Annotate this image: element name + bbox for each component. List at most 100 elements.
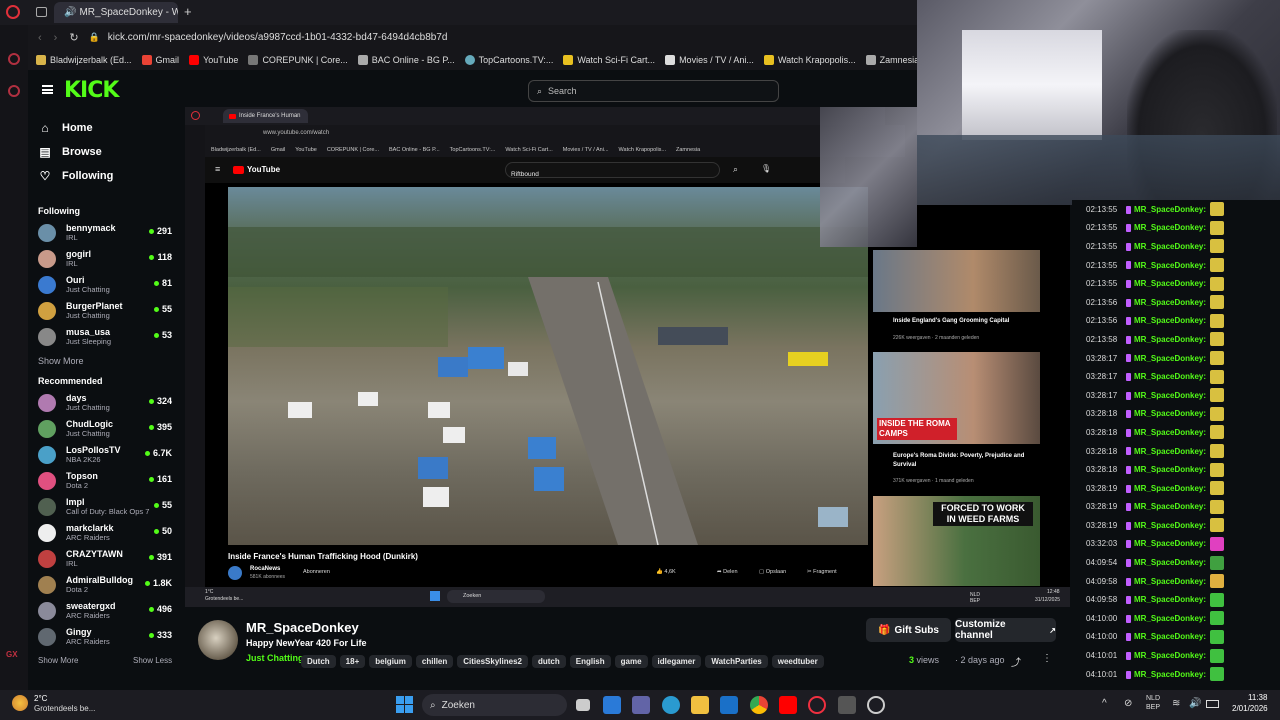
history-icon[interactable] bbox=[8, 85, 20, 97]
tag-pill[interactable]: 18+ bbox=[339, 655, 366, 668]
channel-item[interactable]: Ouri Just Chatting 81 bbox=[28, 272, 180, 298]
task-view-icon[interactable] bbox=[576, 699, 590, 711]
channel-item[interactable]: ChudLogic Just Chatting 395 bbox=[28, 416, 180, 442]
taskbar-search[interactable]: ⌕ Zoeken bbox=[422, 694, 567, 716]
tabs-menu-icon[interactable] bbox=[36, 7, 47, 17]
bookmark[interactable]: Bladwijzerbalk (Ed... bbox=[36, 55, 132, 65]
channel-item[interactable]: gogirl IRL 118 bbox=[28, 246, 180, 272]
chat-username[interactable]: MR_SpaceDonkey: bbox=[1126, 223, 1206, 232]
chat-username[interactable]: MR_SpaceDonkey: bbox=[1126, 372, 1206, 381]
share-icon[interactable]: ⤴ bbox=[1011, 654, 1021, 669]
outlook-icon[interactable] bbox=[720, 696, 738, 714]
channel-item[interactable]: bennymack IRL 291 bbox=[28, 220, 180, 246]
tag-pill[interactable]: chillen bbox=[415, 655, 454, 668]
chat-username[interactable]: MR_SpaceDonkey: bbox=[1126, 354, 1206, 363]
kick-logo[interactable]: KICK bbox=[64, 78, 119, 103]
opera-logo-icon[interactable] bbox=[6, 5, 20, 19]
volume-icon[interactable]: 🔊 bbox=[1189, 698, 1201, 709]
battery-icon[interactable] bbox=[1206, 700, 1219, 708]
chat-username[interactable]: MR_SpaceDonkey: bbox=[1126, 558, 1206, 567]
chat-username[interactable]: MR_SpaceDonkey: bbox=[1126, 465, 1206, 474]
chat-username[interactable]: MR_SpaceDonkey: bbox=[1126, 577, 1206, 586]
tray-chevron-icon[interactable]: ^ bbox=[1102, 698, 1107, 709]
chat-username[interactable]: MR_SpaceDonkey: bbox=[1126, 316, 1206, 325]
channel-item[interactable]: LosPollosTV NBA 2K26 6.7K bbox=[28, 442, 180, 468]
chat-username[interactable]: MR_SpaceDonkey: bbox=[1126, 428, 1206, 437]
file-explorer-icon[interactable] bbox=[691, 696, 709, 714]
settings-gear-icon[interactable] bbox=[867, 696, 885, 714]
channel-item[interactable]: Gingy ARC Raiders 333 bbox=[28, 624, 180, 650]
chat-username[interactable]: MR_SpaceDonkey: bbox=[1126, 242, 1206, 251]
chat-username[interactable]: MR_SpaceDonkey: bbox=[1126, 335, 1206, 344]
tag-pill[interactable]: weedtuber bbox=[771, 655, 824, 668]
edge-icon[interactable] bbox=[662, 696, 680, 714]
tag-pill[interactable]: CitiesSkylines2 bbox=[457, 655, 528, 668]
forward-icon[interactable]: › bbox=[54, 32, 58, 44]
bookmark[interactable]: COREPUNK | Core... bbox=[248, 55, 348, 65]
show-more-recommended[interactable]: Show More bbox=[38, 656, 78, 665]
opera-gx-icon[interactable] bbox=[808, 696, 826, 714]
bookmark[interactable]: Watch Sci-Fi Cart... bbox=[563, 55, 655, 65]
channel-item[interactable]: sweatergxd ARC Raiders 496 bbox=[28, 598, 180, 624]
weather-icon[interactable] bbox=[12, 695, 28, 711]
clock-date[interactable]: 2/01/2026 bbox=[1232, 704, 1268, 713]
chrome-icon[interactable] bbox=[750, 696, 768, 714]
tag-pill[interactable]: English bbox=[569, 655, 611, 668]
channel-item[interactable]: Impl Call of Duty: Black Ops 7 55 bbox=[28, 494, 180, 520]
network-icon[interactable]: ⊘ bbox=[1124, 698, 1132, 709]
back-icon[interactable]: ‹ bbox=[38, 32, 42, 44]
tag-pill[interactable]: Dutch bbox=[301, 655, 336, 668]
chat-username[interactable]: MR_SpaceDonkey: bbox=[1126, 539, 1206, 548]
show-more-following[interactable]: Show More bbox=[28, 350, 180, 372]
wifi-icon[interactable]: ≋ bbox=[1172, 698, 1180, 709]
chat-username[interactable]: MR_SpaceDonkey: bbox=[1126, 651, 1206, 660]
bookmark[interactable]: YouTube bbox=[189, 55, 238, 65]
more-options-icon[interactable]: ⋮ bbox=[1042, 653, 1052, 664]
tag-pill[interactable]: WatchParties bbox=[705, 655, 768, 668]
tag-pill[interactable]: belgium bbox=[369, 655, 412, 668]
channel-item[interactable]: musa_usa Just Sleeping 53 bbox=[28, 324, 180, 350]
customize-channel-button[interactable]: Customize channel ↗ bbox=[955, 618, 1056, 642]
calculator-icon[interactable] bbox=[838, 696, 856, 714]
chat-username[interactable]: MR_SpaceDonkey: bbox=[1126, 502, 1206, 511]
channel-item[interactable]: days Just Chatting 324 bbox=[28, 390, 180, 416]
chat-username[interactable]: MR_SpaceDonkey: bbox=[1126, 279, 1206, 288]
stream-category[interactable]: Just Chatting bbox=[246, 653, 304, 663]
lang-indicator[interactable]: NLD BEP bbox=[1146, 694, 1160, 712]
new-tab-button[interactable]: + bbox=[184, 4, 192, 19]
channel-item[interactable]: CRAZYTAWN IRL 391 bbox=[28, 546, 180, 572]
chat-username[interactable]: MR_SpaceDonkey: bbox=[1126, 595, 1206, 604]
chat-username[interactable]: MR_SpaceDonkey: bbox=[1126, 614, 1206, 623]
chat-username[interactable]: MR_SpaceDonkey: bbox=[1126, 484, 1206, 493]
gx-icon[interactable]: GX bbox=[6, 650, 18, 659]
tab-kick[interactable]: 🔊 MR_SpaceDonkey - Wa ✕ bbox=[54, 2, 178, 23]
nav-browse[interactable]: ▤ Browse bbox=[28, 140, 180, 164]
channel-item[interactable]: AdmiralBulldog Dota 2 1.8K bbox=[28, 572, 180, 598]
gift-subs-button[interactable]: 🎁 Gift Subs bbox=[866, 618, 951, 642]
chat-username[interactable]: MR_SpaceDonkey: bbox=[1126, 298, 1206, 307]
bookmark[interactable]: Movies / TV / Ani... bbox=[665, 55, 754, 65]
tag-pill[interactable]: game bbox=[614, 655, 648, 668]
bookmark[interactable]: Watch Krapopolis... bbox=[763, 55, 856, 65]
chat-username[interactable]: MR_SpaceDonkey: bbox=[1126, 409, 1206, 418]
tag-pill[interactable]: dutch bbox=[531, 655, 566, 668]
search-box[interactable]: ⌕ Search bbox=[528, 80, 779, 102]
bookmark[interactable]: TopCartoons.TV:... bbox=[464, 55, 553, 65]
weather-temp[interactable]: 2°C bbox=[34, 694, 47, 703]
bookmark[interactable]: Gmail bbox=[141, 55, 179, 65]
url-field[interactable]: kick.com/mr-spacedonkey/videos/a9987ccd-… bbox=[108, 32, 448, 43]
channel-item[interactable]: markclarkk ARC Raiders 50 bbox=[28, 520, 180, 546]
chat-username[interactable]: MR_SpaceDonkey: bbox=[1126, 632, 1206, 641]
chat-username[interactable]: MR_SpaceDonkey: bbox=[1126, 391, 1206, 400]
channel-item[interactable]: Topson Dota 2 161 bbox=[28, 468, 180, 494]
streamer-avatar[interactable] bbox=[198, 620, 238, 660]
chat-username[interactable]: MR_SpaceDonkey: bbox=[1126, 670, 1206, 679]
search-input[interactable]: Search bbox=[548, 86, 577, 96]
tag-pill[interactable]: idlegamer bbox=[651, 655, 702, 668]
nav-home[interactable]: ⌂ Home bbox=[28, 116, 180, 140]
chat-username[interactable]: MR_SpaceDonkey: bbox=[1126, 261, 1206, 270]
chat-username[interactable]: MR_SpaceDonkey: bbox=[1126, 205, 1206, 214]
teams-icon[interactable] bbox=[632, 696, 650, 714]
calendar-app-icon[interactable] bbox=[603, 696, 621, 714]
reload-icon[interactable]: ↻ bbox=[69, 31, 78, 44]
